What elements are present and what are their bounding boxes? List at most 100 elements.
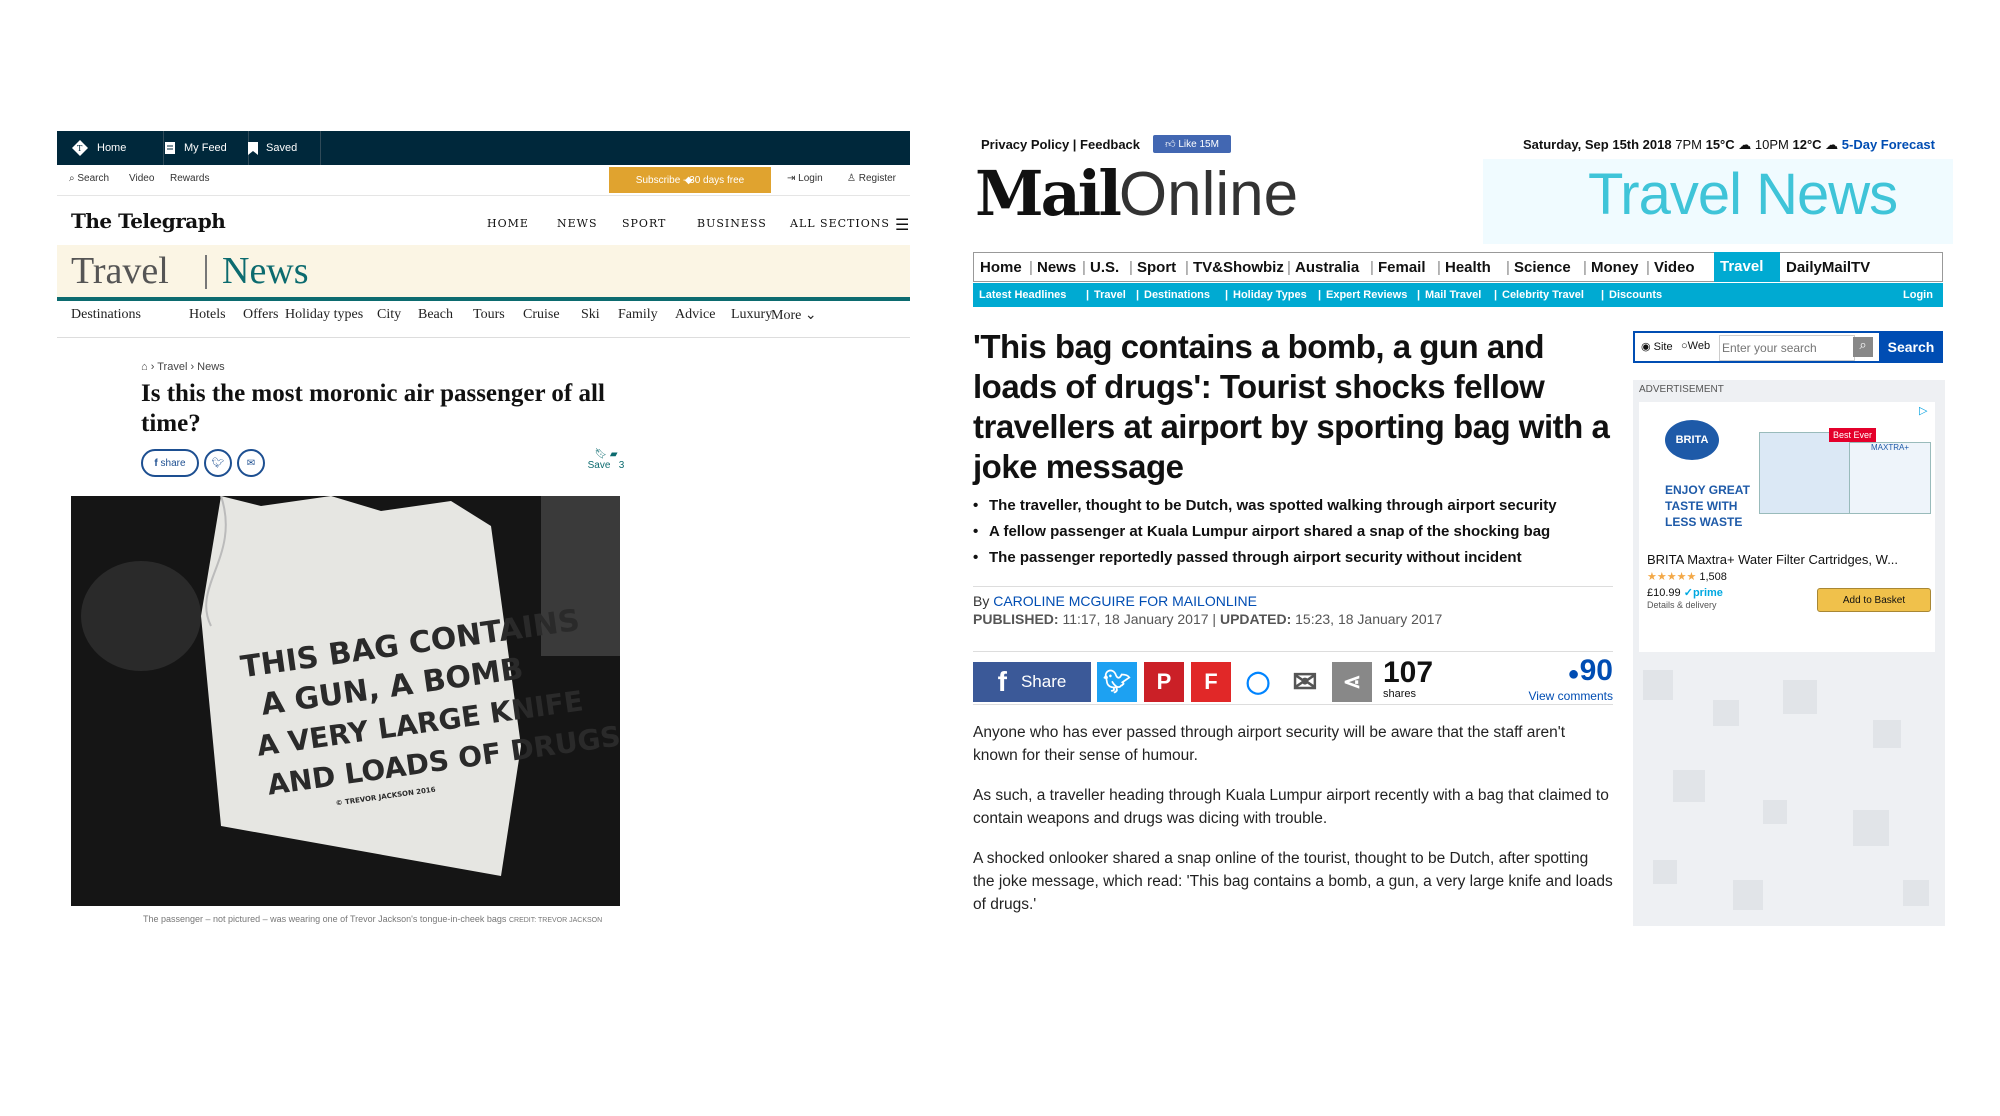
nav-tvshowbiz[interactable]: TV&Showbiz [1193,259,1284,276]
twitter-share-button[interactable]: 🐦︎ [1097,662,1137,702]
subnav-advice[interactable]: Advice [675,307,715,323]
nav-dailymailtv[interactable]: DailyMailTV [1786,259,1870,276]
subnav-tours[interactable]: Tours [473,307,505,323]
privacy-feedback: Privacy Policy | Feedback [981,137,1141,152]
ad-card[interactable]: ▷ BRITA ENJOY GREAT TASTE WITH LESS WASTE … [1639,402,1935,652]
subnav-cruise[interactable]: Cruise [523,307,560,323]
nav-home[interactable]: HOME [487,217,529,230]
subnav-city[interactable]: City [377,307,401,323]
menu-icon[interactable]: ☰ [895,215,909,235]
nav-business[interactable]: BUSINESS [697,217,767,230]
messenger-share-button[interactable]: ◯ [1238,662,1278,702]
search-input[interactable] [1719,335,1855,361]
banner-news[interactable]: News [222,249,309,293]
nav-news[interactable]: News [1037,259,1076,276]
subnav-holiday-types[interactable]: Holiday Types [1233,289,1307,301]
email-share-button[interactable]: ✉ [237,449,265,477]
home-link[interactable]: T Home [57,131,164,165]
add-to-basket-button[interactable]: Add to Basket [1817,588,1931,612]
mailonline-logo[interactable]: MailOnline [975,159,1298,230]
nav-sport[interactable]: Sport [1137,259,1176,276]
facebook-like-button[interactable]: 👍︎ Like 15M [1153,135,1231,153]
nav-femail[interactable]: Femail [1378,259,1426,276]
bullet-item: The passenger reportedly passed through … [973,549,1613,575]
breadcrumb-news[interactable]: News [197,361,225,373]
register-link[interactable]: ♙ Register [847,173,896,184]
best-ever-badge: Best Ever [1829,428,1877,442]
tote-bag-photo: THIS BAG CONTAINS A GUN, A BOMB A VERY L… [71,496,620,906]
ad-delivery: Details & delivery [1647,600,1717,610]
telegraph-logo[interactable]: The Telegraph [71,209,226,233]
save-comments[interactable]: 🔖︎ ▰ Save 3 [581,449,631,471]
subnav-mail-travel[interactable]: Mail Travel [1425,289,1481,301]
saved-link[interactable]: Saved [234,131,321,165]
twitter-share-button[interactable]: 🐦︎ [204,449,232,477]
subnav-destinations[interactable]: Destinations [1144,289,1210,301]
brita-logo: BRITA [1665,420,1719,460]
subnav-ski[interactable]: Ski [581,307,600,323]
web-radio[interactable]: ○Web [1681,340,1710,352]
subnav-destinations[interactable]: Destinations [71,307,141,323]
nav-news[interactable]: NEWS [557,217,598,230]
subnav-family[interactable]: Family [618,307,658,323]
author-link[interactable]: CAROLINE MCGUIRE FOR MAILONLINE [993,593,1257,609]
subnav-travel[interactable]: Travel [1094,289,1126,301]
feedback-link[interactable]: Feedback [1080,137,1140,152]
comments-link[interactable]: ●90 View comments [1513,656,1613,704]
adchoices-icon[interactable]: ▷ [1919,404,1927,417]
facebook-share-button[interactable]: f Share [973,662,1091,702]
product-box-2: MAXTRA+ [1849,442,1931,514]
flipboard-share-button[interactable]: F [1191,662,1231,702]
search-link[interactable]: ⌕ Search [69,173,109,184]
facebook-share-button[interactable]: f share [141,449,199,477]
privacy-link[interactable]: Privacy Policy [981,137,1069,152]
breadcrumb-travel[interactable]: Travel [157,361,187,373]
pinterest-share-button[interactable]: P [1144,662,1184,702]
banner-travel[interactable]: Travel [71,249,169,293]
weather-temp-1: 15°C [1705,137,1735,152]
nav-science[interactable]: Science [1514,259,1571,276]
article-headline: 'This bag contains a bomb, a gun and loa… [973,328,1610,485]
subnav-beach[interactable]: Beach [418,307,453,323]
nav-travel-active[interactable]: Travel [1714,252,1780,282]
login-link[interactable]: ⇥ Login [787,173,823,184]
video-link[interactable]: Video [129,173,154,184]
nav-australia[interactable]: Australia [1295,259,1359,276]
subnav-celebrity-travel[interactable]: Celebrity Travel [1502,289,1584,301]
bookmark-icon [248,141,258,155]
subnav-discounts[interactable]: Discounts [1609,289,1662,301]
banner-divider [205,255,207,289]
site-radio[interactable]: ◉ Site [1641,340,1673,353]
nav-all-sections[interactable]: ALL SECTIONS [790,217,890,230]
mailonline-screenshot: Privacy Policy | Feedback 👍︎ Like 15M Sa… [963,131,1953,931]
search-button[interactable]: Search [1879,331,1943,363]
weather-icon: ☁ [1738,137,1752,152]
more-share-button[interactable]: ⋖ [1332,662,1372,702]
nav-us[interactable]: U.S. [1090,259,1119,276]
nav-home[interactable]: Home [980,259,1022,276]
body-paragraph: A shocked onlooker shared a snap online … [973,850,1613,913]
subnav-luxury[interactable]: Luxury [731,307,772,323]
search-icon[interactable]: ⌕ [1853,337,1873,357]
nav-health[interactable]: Health [1445,259,1491,276]
nav-sport[interactable]: SPORT [622,217,666,230]
subnav-expert-reviews[interactable]: Expert Reviews [1326,289,1407,301]
byline: By CAROLINE MCGUIRE FOR MAILONLINE PUBLI… [973,593,1443,627]
subscribe-button[interactable]: ◆ Subscribe - 30 days free [609,167,771,193]
updated-date: 15:23, 18 January 2017 [1295,611,1443,627]
forecast-link[interactable]: 5-Day Forecast [1842,137,1935,152]
subnav-latest[interactable]: Latest Headlines [979,289,1066,301]
subnav-hotels[interactable]: Hotels [189,307,226,323]
subnav-offers[interactable]: Offers [243,307,279,323]
home-icon[interactable]: ⌂ [141,361,148,373]
email-share-button[interactable]: ✉ [1285,662,1325,702]
subnav-login[interactable]: Login [1903,289,1933,301]
rewards-link[interactable]: Rewards [170,173,209,184]
ad-product-title[interactable]: BRITA Maxtra+ Water Filter Cartridges, W… [1647,552,1927,567]
nav-money[interactable]: Money [1591,259,1639,276]
divider [57,337,910,338]
telegraph-home-icon: T [72,140,88,156]
subnav-holiday-types[interactable]: Holiday types [285,307,363,323]
subnav-more[interactable]: More ⌄ [771,307,817,324]
nav-video[interactable]: Video [1654,259,1695,276]
